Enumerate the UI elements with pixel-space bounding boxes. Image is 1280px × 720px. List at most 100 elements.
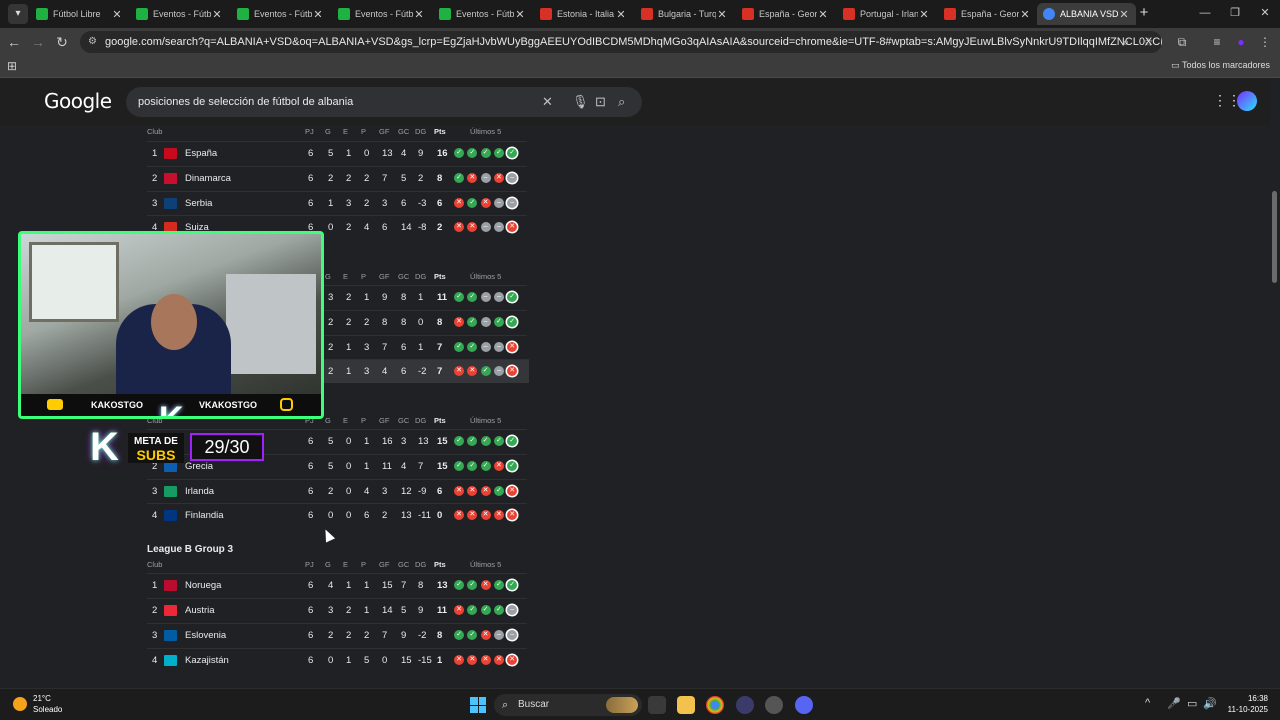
clear-icon[interactable]: ✕ (542, 87, 553, 117)
tab-3[interactable]: Eventos - Fútbol✕ (332, 3, 431, 25)
form-loss-icon[interactable]: ✕ (467, 366, 478, 376)
tab-close-icon[interactable]: ✕ (817, 8, 829, 21)
form-win-icon[interactable]: ✓ (467, 292, 478, 302)
close-window-button[interactable]: ✕ (1250, 4, 1280, 22)
form-draw-icon[interactable]: – (480, 292, 491, 302)
form-draw-icon[interactable]: – (507, 630, 518, 640)
form-loss-icon[interactable]: ✕ (454, 655, 464, 665)
tab-5[interactable]: Estonia - Italia ✕ (534, 3, 633, 25)
form-loss-icon[interactable]: ✕ (467, 222, 478, 232)
tab-close-icon[interactable]: ✕ (918, 8, 930, 21)
form-win-icon[interactable]: ✓ (507, 461, 518, 471)
table-row[interactable]: 2 Dinamarca 6 2 2 2 7 5 2 8 ✓ ✕ – ✕ – (147, 166, 527, 190)
app-icon-1[interactable] (736, 696, 754, 714)
table-row[interactable]: 3 Eslovenia 6 2 2 2 7 9 -2 8 ✓ ✓ ✕ – – (147, 623, 527, 647)
form-loss-icon[interactable]: ✕ (454, 317, 464, 327)
form-loss-icon[interactable]: ✕ (454, 605, 464, 615)
form-loss-icon[interactable]: ✕ (507, 486, 518, 496)
form-loss-icon[interactable]: ✕ (454, 366, 464, 376)
form-win-icon[interactable]: ✓ (454, 292, 464, 302)
volume-icon[interactable]: 🔊 (1203, 697, 1217, 710)
site-info-icon[interactable]: ⚙ (88, 31, 97, 53)
form-win-icon[interactable]: ✓ (480, 436, 491, 446)
form-loss-icon[interactable]: ✕ (454, 510, 464, 520)
tab-close-icon[interactable]: ✕ (1019, 8, 1031, 21)
form-win-icon[interactable]: ✓ (480, 605, 491, 615)
form-draw-icon[interactable]: – (493, 630, 504, 640)
back-button[interactable]: ← (4, 32, 24, 52)
team-name[interactable]: Noruega (185, 580, 221, 591)
form-win-icon[interactable]: ✓ (467, 461, 478, 471)
file-explorer-icon[interactable] (677, 696, 695, 714)
table-row[interactable]: 3 Irlanda 6 2 0 4 3 12 -9 6 ✕ ✕ ✕ ✓ ✕ (147, 479, 527, 503)
form-win-icon[interactable]: ✓ (493, 486, 504, 496)
form-win-icon[interactable]: ✓ (467, 317, 478, 327)
google-logo[interactable]: Google (44, 89, 112, 113)
tab-8[interactable]: Portugal - Irlanda✕ (837, 3, 936, 25)
tab-0[interactable]: Fútbol Libre ✕ (30, 3, 129, 25)
address-bar[interactable]: ⚙ google.com/search?q=ALBANIA+VSD&oq=ALB… (80, 31, 1162, 53)
form-loss-icon[interactable]: ✕ (480, 655, 491, 665)
form-draw-icon[interactable]: – (493, 366, 504, 376)
tab-close-icon[interactable]: ✕ (211, 8, 223, 21)
taskbar-clock[interactable]: 16:38 11-10-2025 (1222, 693, 1268, 715)
form-loss-icon[interactable]: ✕ (507, 510, 518, 520)
form-loss-icon[interactable]: ✕ (480, 486, 491, 496)
form-win-icon[interactable]: ✓ (454, 436, 464, 446)
form-win-icon[interactable]: ✓ (507, 436, 518, 446)
form-win-icon[interactable]: ✓ (454, 148, 464, 158)
form-win-icon[interactable]: ✓ (467, 148, 478, 158)
tab-close-icon[interactable]: ✕ (413, 8, 425, 21)
tab-4[interactable]: Eventos - Fútbol✕ (433, 3, 532, 25)
form-win-icon[interactable]: ✓ (493, 148, 504, 158)
all-bookmarks-folder[interactable]: ▭ Todos los marcadores (1171, 60, 1270, 71)
table-row[interactable]: 2 Austria 6 3 2 1 14 5 9 11 ✕ ✓ ✓ ✓ – (147, 598, 527, 622)
tab-9[interactable]: España - Georgia✕ (938, 3, 1037, 25)
form-draw-icon[interactable]: – (480, 317, 491, 327)
form-loss-icon[interactable]: ✕ (454, 198, 464, 208)
form-win-icon[interactable]: ✓ (480, 148, 491, 158)
team-name[interactable]: España (185, 148, 217, 159)
search-input[interactable]: posiciones de selección de fútbol de alb… (126, 87, 642, 117)
form-win-icon[interactable]: ✓ (467, 630, 478, 640)
team-name[interactable]: Austria (185, 605, 215, 616)
table-row[interactable]: 1 España 6 5 1 0 13 4 9 16 ✓ ✓ ✓ ✓ ✓ (147, 141, 527, 165)
form-draw-icon[interactable]: – (493, 292, 504, 302)
mic-icon[interactable]: 🎙 (572, 87, 589, 117)
tab-close-icon[interactable]: ✕ (615, 8, 627, 21)
tab-close-icon[interactable]: ✕ (716, 8, 728, 21)
tab-6[interactable]: Bulgaria - Turquía✕ (635, 3, 734, 25)
form-win-icon[interactable]: ✓ (493, 317, 504, 327)
form-win-icon[interactable]: ✓ (507, 292, 518, 302)
form-win-icon[interactable]: ✓ (493, 436, 504, 446)
form-loss-icon[interactable]: ✕ (507, 222, 518, 232)
form-win-icon[interactable]: ✓ (454, 461, 464, 471)
extensions-icon[interactable]: ⧉ (1172, 32, 1192, 52)
form-win-icon[interactable]: ✓ (454, 630, 464, 640)
bookmark-star-icon[interactable]: ☆ (1138, 32, 1158, 52)
team-name[interactable]: Dinamarca (185, 173, 231, 184)
tab-close-icon[interactable]: ✕ (312, 8, 324, 21)
page-scrollbar[interactable] (1270, 79, 1280, 688)
form-loss-icon[interactable]: ✕ (467, 655, 478, 665)
profile-avatar[interactable]: ● (1231, 32, 1251, 52)
form-win-icon[interactable]: ✓ (454, 580, 464, 590)
minimize-button[interactable]: — (1190, 4, 1220, 22)
form-draw-icon[interactable]: – (507, 605, 518, 615)
new-tab-button[interactable]: + (1135, 4, 1153, 22)
form-win-icon[interactable]: ✓ (467, 580, 478, 590)
form-loss-icon[interactable]: ✕ (507, 655, 518, 665)
table-row[interactable]: 4 Finlandia 6 0 0 6 2 13 -11 0 ✕ ✕ ✕ ✕ ✕ (147, 503, 527, 527)
form-draw-icon[interactable]: – (507, 173, 518, 183)
team-name[interactable]: Kazajistán (185, 655, 229, 666)
scrollbar-thumb[interactable] (1272, 191, 1277, 283)
account-avatar[interactable] (1237, 91, 1257, 111)
form-loss-icon[interactable]: ✕ (480, 198, 491, 208)
tab-search-button[interactable]: ▾ (8, 4, 28, 24)
app-icon-2[interactable] (765, 696, 783, 714)
form-win-icon[interactable]: ✓ (454, 173, 464, 183)
tray-chevron-icon[interactable]: ^ (1145, 697, 1150, 709)
tab-close-icon[interactable]: ✕ (1118, 8, 1130, 21)
tab-7[interactable]: España - Georgia✕ (736, 3, 835, 25)
form-draw-icon[interactable]: – (493, 342, 504, 352)
